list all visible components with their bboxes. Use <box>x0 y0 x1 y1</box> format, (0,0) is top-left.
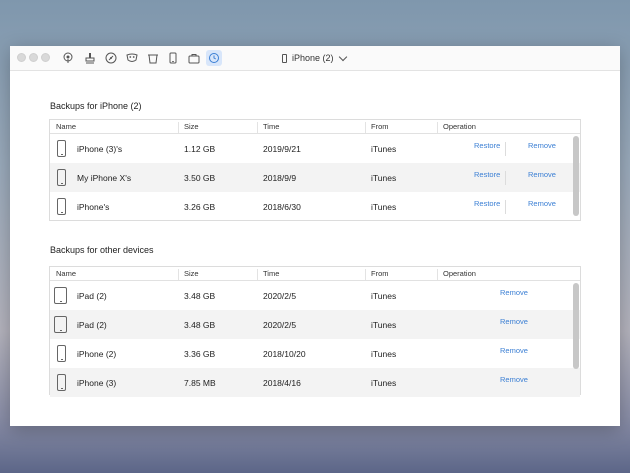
tablet-icon <box>54 316 67 333</box>
phone-icon <box>57 345 66 362</box>
tablet-icon <box>54 287 67 304</box>
backup-time: 2020/2/5 <box>263 320 297 330</box>
col-from: From <box>371 122 389 131</box>
cleaner-icon[interactable] <box>82 50 98 66</box>
restore-button[interactable]: Restore <box>474 170 500 179</box>
minimize-window-button[interactable] <box>29 53 38 62</box>
backup-size: 3.50 GB <box>184 173 216 183</box>
backup-size: 7.85 MB <box>184 378 216 388</box>
backup-name: iPhone (3)'s <box>77 144 123 154</box>
device-selector[interactable]: iPhone (2) <box>282 51 347 65</box>
col-name: Name <box>56 122 77 131</box>
remove-button[interactable]: Remove <box>528 199 556 208</box>
backup-size: 3.48 GB <box>184 291 216 301</box>
other-backups-table: Name Size Time From Operation iPad (2) 3… <box>49 266 581 397</box>
remove-button[interactable]: Remove <box>528 170 556 179</box>
title-bar: iPhone (2) <box>10 46 620 71</box>
backup-name: iPad (2) <box>77 291 107 301</box>
scrollbar[interactable] <box>573 136 579 216</box>
backup-clock-icon[interactable] <box>206 50 222 66</box>
backup-from: iTunes <box>371 202 397 212</box>
backup-from: iTunes <box>371 378 397 388</box>
col-from: From <box>371 269 389 278</box>
bucket-icon[interactable] <box>145 50 161 66</box>
scrollbar[interactable] <box>573 283 579 369</box>
col-size: Size <box>184 122 199 131</box>
table-row[interactable]: iPad (2) 3.48 GB 2020/2/5 iTunes Remove <box>50 310 580 339</box>
chevron-down-icon <box>338 52 347 61</box>
section-title-current: Backups for iPhone (2) <box>50 101 142 111</box>
table-row[interactable]: iPhone (3) 7.85 MB 2018/4/16 iTunes Remo… <box>50 368 580 397</box>
phone-icon <box>57 374 66 391</box>
col-size: Size <box>184 269 199 278</box>
phone-icon[interactable] <box>165 50 181 66</box>
backup-from: iTunes <box>371 349 397 359</box>
current-backups-table: Name Size Time From Operation iPhone (3)… <box>49 119 581 221</box>
backup-time: 2019/9/21 <box>263 144 301 154</box>
table-row[interactable]: iPad (2) 3.48 GB 2020/2/5 iTunes Remove <box>50 281 580 310</box>
backup-time: 2018/10/20 <box>263 349 306 359</box>
music-icon[interactable] <box>103 50 119 66</box>
table-row[interactable]: My iPhone X's 3.50 GB 2018/9/9 iTunes Re… <box>50 163 580 192</box>
col-operation: Operation <box>443 122 476 131</box>
phone-icon <box>57 169 66 186</box>
backup-size: 3.26 GB <box>184 202 216 212</box>
restore-button[interactable]: Restore <box>474 199 500 208</box>
backup-size: 3.48 GB <box>184 320 216 330</box>
table-header: Name Size Time From Operation <box>50 267 580 281</box>
restore-button[interactable]: Restore <box>474 141 500 150</box>
backup-time: 2018/9/9 <box>263 173 297 183</box>
backup-size: 3.36 GB <box>184 349 216 359</box>
remove-button[interactable]: Remove <box>500 346 528 355</box>
backup-name: iPhone (3) <box>77 378 117 388</box>
col-operation: Operation <box>443 269 476 278</box>
phone-icon <box>57 140 66 157</box>
remove-button[interactable]: Remove <box>500 375 528 384</box>
backup-time: 2018/4/16 <box>263 378 301 388</box>
col-name: Name <box>56 269 77 278</box>
remove-button[interactable]: Remove <box>500 288 528 297</box>
remove-button[interactable]: Remove <box>528 141 556 150</box>
backup-from: iTunes <box>371 320 397 330</box>
section-title-other: Backups for other devices <box>50 245 154 255</box>
backup-name: iPhone (2) <box>77 349 117 359</box>
app-window: iPhone (2) Backups for iPhone (2) Name S… <box>10 46 620 426</box>
table-row[interactable]: iPhone (2) 3.36 GB 2018/10/20 iTunes Rem… <box>50 339 580 368</box>
backup-from: iTunes <box>371 291 397 301</box>
mask-icon[interactable] <box>124 50 140 66</box>
phone-icon <box>57 198 66 215</box>
podcast-icon[interactable] <box>60 50 76 66</box>
table-row[interactable]: iPhone (3)'s 1.12 GB 2019/9/21 iTunes Re… <box>50 134 580 163</box>
backup-time: 2018/6/30 <box>263 202 301 212</box>
table-header: Name Size Time From Operation <box>50 120 580 134</box>
close-window-button[interactable] <box>17 53 26 62</box>
phone-icon <box>282 53 287 63</box>
backup-name: iPad (2) <box>77 320 107 330</box>
zoom-window-button[interactable] <box>41 53 50 62</box>
table-row[interactable]: iPhone's 3.26 GB 2018/6/30 iTunes Restor… <box>50 192 580 221</box>
device-selector-label: iPhone (2) <box>292 53 334 63</box>
backup-from: iTunes <box>371 173 397 183</box>
col-time: Time <box>263 122 280 131</box>
backup-name: iPhone's <box>77 202 110 212</box>
backup-from: iTunes <box>371 144 397 154</box>
backup-size: 1.12 GB <box>184 144 216 154</box>
backup-name: My iPhone X's <box>77 173 132 183</box>
briefcase-icon[interactable] <box>186 50 202 66</box>
remove-button[interactable]: Remove <box>500 317 528 326</box>
col-time: Time <box>263 269 280 278</box>
backup-time: 2020/2/5 <box>263 291 297 301</box>
